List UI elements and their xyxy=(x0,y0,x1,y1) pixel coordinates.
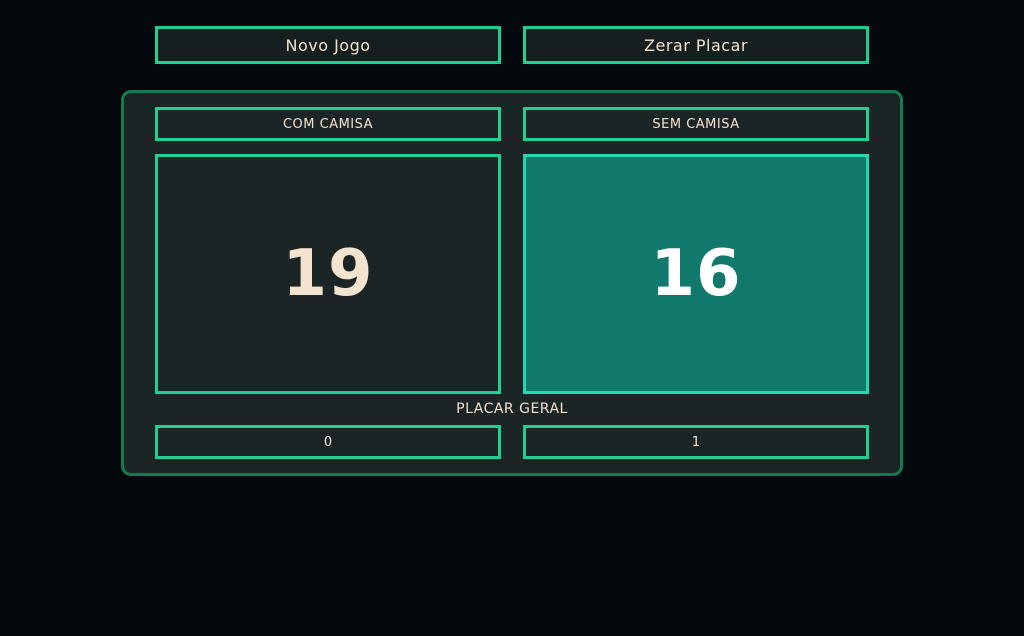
team-left-label[interactable]: COM CAMISA xyxy=(155,107,501,141)
scoreboard-panel: COM CAMISA SEM CAMISA 19 16 PLACAR GERAL… xyxy=(121,90,903,476)
overall-score-title: PLACAR GERAL xyxy=(456,401,568,417)
team-right-overall: 1 xyxy=(523,425,869,459)
reset-score-button[interactable]: Zerar Placar xyxy=(523,26,869,64)
team-right-score[interactable]: 16 xyxy=(523,154,869,394)
toolbar: Novo Jogo Zerar Placar xyxy=(155,26,869,64)
team-left-overall: 0 xyxy=(155,425,501,459)
new-game-button[interactable]: Novo Jogo xyxy=(155,26,501,64)
scores-row: 19 16 xyxy=(155,154,869,394)
team-right-label[interactable]: SEM CAMISA xyxy=(523,107,869,141)
team-left-score[interactable]: 19 xyxy=(155,154,501,394)
overall-scores-row: 0 1 xyxy=(155,425,869,459)
team-labels-row: COM CAMISA SEM CAMISA xyxy=(155,107,869,141)
